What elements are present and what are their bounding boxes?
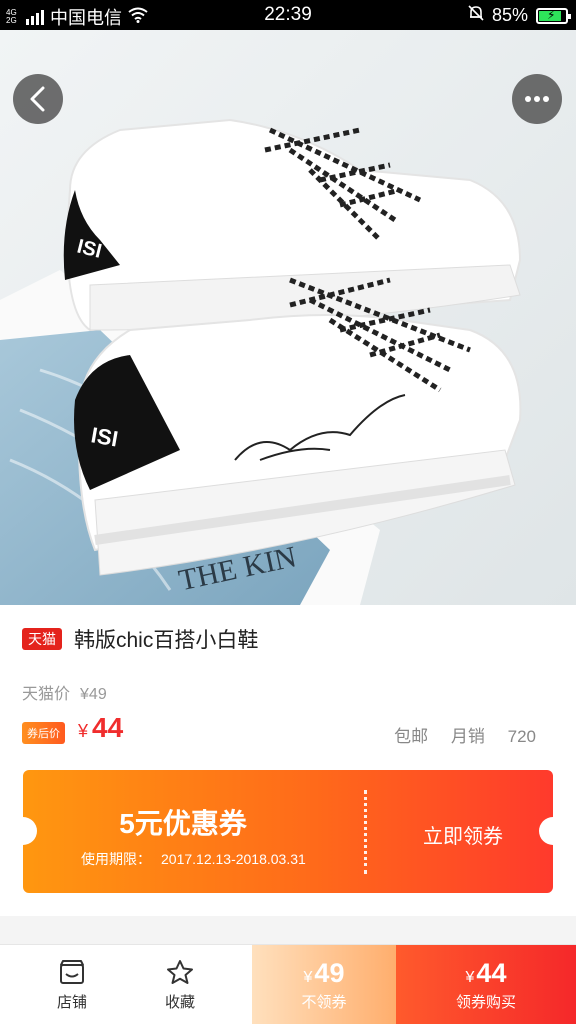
product-title-row: 天猫 韩版chic百搭小白鞋 — [22, 624, 258, 654]
shipping-label: 包邮 — [394, 727, 429, 746]
shop-label: 店铺 — [56, 993, 87, 1011]
shop-button[interactable]: 店铺 — [18, 945, 126, 1024]
back-button[interactable] — [13, 74, 63, 124]
star-icon — [167, 959, 193, 984]
currency-symbol: ¥ — [78, 721, 89, 741]
mute-bell-icon — [468, 4, 484, 27]
status-bar: 4G 2G 中国电信 22:39 85% ⚡ — [0, 0, 576, 30]
coupon-card[interactable]: 5元优惠券 使用期限： 2017.12.13-2018.03.31 立即领券 — [23, 770, 553, 893]
plain-label: 不领券 — [301, 994, 347, 1011]
original-price-row: 天猫价 ¥49 — [22, 680, 107, 704]
favorite-button[interactable]: 收藏 — [126, 945, 234, 1024]
claim-coupon-button[interactable]: 立即领券 — [423, 820, 503, 849]
coupon-divider — [364, 790, 367, 874]
shoe-brand-text-front: ISI — [89, 422, 120, 451]
battery-percent: 85% — [491, 5, 528, 25]
coupon-amount: 5元优惠券 — [119, 808, 247, 839]
bottom-action-bar: 店铺 收藏 ¥49 不领券 ¥44 领券购买 — [0, 944, 576, 1024]
battery-icon: ⚡ — [536, 7, 571, 24]
coupon-buy-price: ¥44 — [465, 958, 507, 988]
platform-badge: 天猫 — [22, 628, 62, 650]
product-title: 韩版chic百搭小白鞋 — [74, 629, 259, 652]
shop-icon — [60, 959, 84, 984]
original-price: ¥49 — [80, 686, 107, 703]
chevron-left-icon — [30, 86, 45, 112]
coupon-buy-label: 领券购买 — [455, 994, 516, 1011]
more-button[interactable] — [512, 74, 562, 124]
favorite-label: 收藏 — [164, 993, 195, 1011]
buy-with-coupon-button[interactable]: ¥44 领券购买 — [396, 945, 576, 1024]
price-row: 券后价 ¥44 包邮 月销 720 — [22, 712, 542, 748]
more-dots-icon — [525, 96, 549, 102]
coupon-price-tag: 券后价 — [22, 722, 65, 744]
monthly-sales: 月销 720 — [450, 727, 536, 746]
product-image-carousel[interactable]: THE KIN ISI ISI — [0, 30, 576, 605]
sales-info: 包邮 月销 720 — [394, 722, 536, 747]
shoe-photo: THE KIN ISI ISI — [0, 30, 576, 605]
plain-price: ¥49 — [303, 958, 345, 988]
coupon-notch-right — [539, 817, 553, 845]
buy-without-coupon-button[interactable]: ¥49 不领券 — [252, 945, 396, 1024]
price-value: 44 — [92, 712, 124, 743]
original-price-label: 天猫价 — [22, 686, 71, 703]
coupon-price: ¥44 — [78, 712, 123, 744]
section-separator — [0, 916, 576, 944]
coupon-validity: 使用期限： 2017.12.13-2018.03.31 — [81, 851, 306, 867]
